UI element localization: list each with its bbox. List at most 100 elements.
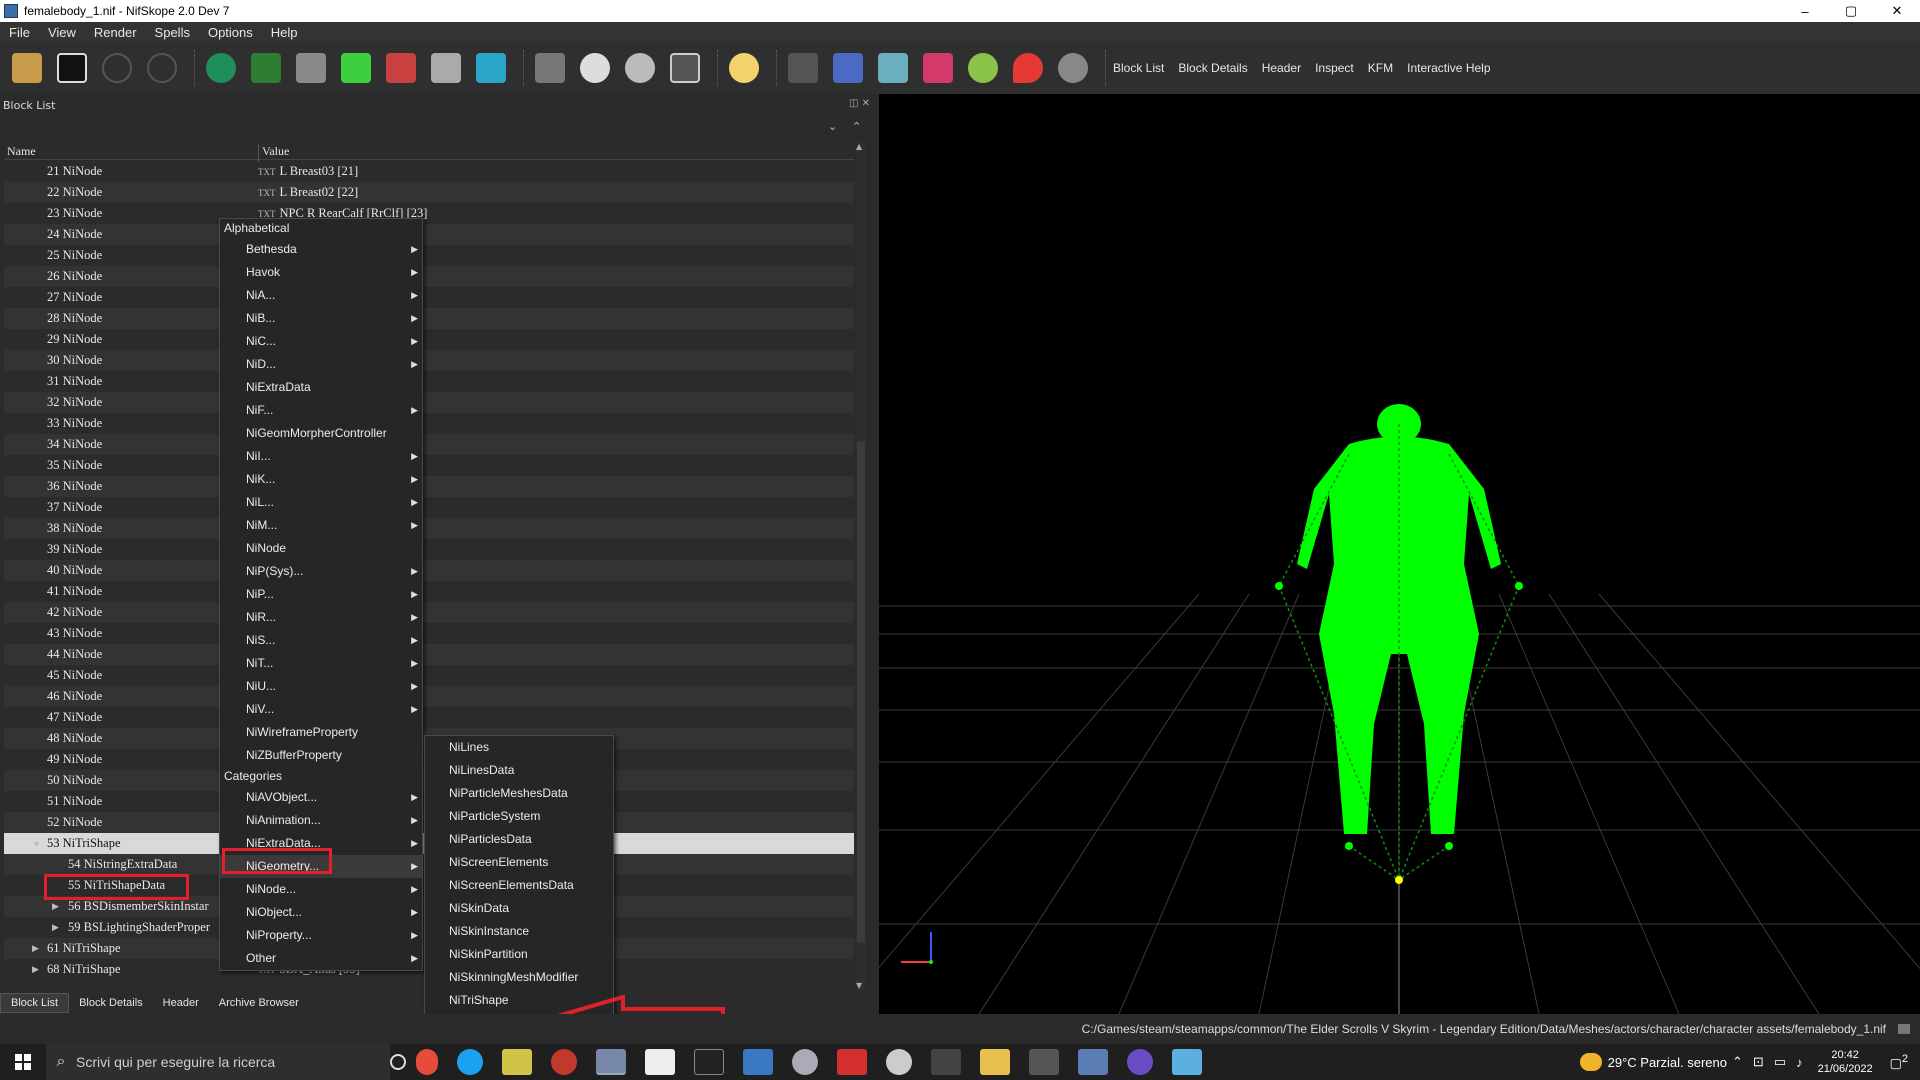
toolbar-block-list[interactable]: Block List xyxy=(1113,61,1164,75)
tree-scrollbar[interactable]: ▲ ▼ xyxy=(856,142,866,990)
chrome-icon[interactable] xyxy=(416,1049,438,1075)
menu-item[interactable]: Havok ▶ xyxy=(220,261,422,284)
chevron-down-icon[interactable]: ⌄ xyxy=(828,120,837,133)
tab-block-details[interactable]: Block Details xyxy=(69,994,153,1012)
tab-block-list[interactable]: Block List xyxy=(0,993,70,1013)
app-grid-icon[interactable] xyxy=(645,1049,675,1075)
menu-item[interactable]: NiL... ▶ xyxy=(220,491,422,514)
volume-icon[interactable]: ♪ xyxy=(1796,1055,1803,1070)
panel-float-close-icons[interactable]: ◫ ✕ xyxy=(849,98,870,109)
tree-row[interactable]: 22 NiNode TXT L Breast02 [22] xyxy=(4,182,854,203)
menu-item[interactable]: NiNode... ▶ xyxy=(220,878,422,901)
skype-icon[interactable] xyxy=(457,1049,483,1075)
hide-button[interactable] xyxy=(1054,48,1092,88)
menu-item[interactable]: NiP(Sys)... ▶ xyxy=(220,560,422,583)
app-arrow-icon[interactable] xyxy=(931,1049,961,1075)
menu-item[interactable]: NiExtraData xyxy=(220,376,422,399)
chevron-up-icon[interactable]: ⌃ xyxy=(1732,1054,1743,1070)
menu-render[interactable]: Render xyxy=(85,25,146,40)
menu-item[interactable]: NiT... ▶ xyxy=(220,652,422,675)
menu-item[interactable]: NiU... ▶ xyxy=(220,675,422,698)
collapse-arrow-icon[interactable]: ▶ xyxy=(32,943,39,954)
draw-nodes-button[interactable] xyxy=(874,48,912,88)
scroll-down-icon[interactable]: ▼ xyxy=(856,981,862,990)
menu-file[interactable]: File xyxy=(0,25,39,40)
lighting-button[interactable] xyxy=(725,48,763,88)
menu-item[interactable]: NiWireframeProperty xyxy=(220,721,422,744)
submenu-item[interactable]: NiLines xyxy=(425,736,613,759)
undo-button[interactable] xyxy=(98,48,136,88)
draw-havok-button[interactable] xyxy=(784,48,822,88)
menu-item[interactable]: NiA... ▶ xyxy=(220,284,422,307)
menu-item[interactable]: NiD... ▶ xyxy=(220,353,422,376)
submenu-item[interactable]: NiParticleSystem xyxy=(425,805,613,828)
menu-item[interactable]: NiP... ▶ xyxy=(220,583,422,606)
tree-row[interactable]: 47 NiNode xyxy=(4,707,854,728)
menu-item[interactable]: NiI... ▶ xyxy=(220,445,422,468)
weather-icon[interactable] xyxy=(1579,1053,1602,1071)
draw-markers-button[interactable] xyxy=(1009,48,1047,88)
app-pen-icon[interactable] xyxy=(1078,1049,1108,1075)
tree-row[interactable]: 30 NiNode xyxy=(4,350,854,371)
app-f-icon[interactable] xyxy=(837,1049,867,1075)
toolbar-inspect[interactable]: Inspect xyxy=(1315,61,1354,75)
draw-furniture-button[interactable] xyxy=(964,48,1002,88)
weather-text[interactable]: 29°C Parzial. sereno xyxy=(1608,1055,1727,1070)
tree-row[interactable]: 44 NiNodeUt1] [44] xyxy=(4,644,854,665)
column-value[interactable]: Value xyxy=(258,144,289,162)
tree-row[interactable]: 41 NiNode1] [41] xyxy=(4,581,854,602)
walk-button[interactable] xyxy=(531,48,569,88)
submenu-item[interactable]: NiSkinningMeshModifier xyxy=(425,966,613,989)
taskbar-search[interactable]: ⌕ Scrivi qui per eseguire la ricerca xyxy=(46,1044,390,1080)
view-top-button[interactable] xyxy=(292,48,330,88)
tree-row[interactable]: 42 NiNode2] [42] xyxy=(4,602,854,623)
toolbar-kfm[interactable]: KFM xyxy=(1368,61,1393,75)
collapse-arrow-icon[interactable]: ▶ xyxy=(52,901,59,912)
menu-item[interactable]: NiZBufferProperty xyxy=(220,744,422,767)
collapse-arrow-icon[interactable]: ▶ xyxy=(32,964,39,975)
app-ff-icon[interactable] xyxy=(886,1049,912,1075)
tree-row[interactable]: 31 NiNode xyxy=(4,371,854,392)
tree-row[interactable]: 25 NiNode xyxy=(4,245,854,266)
menu-spells[interactable]: Spells xyxy=(146,25,199,40)
screenshot-button[interactable] xyxy=(666,48,704,88)
tree-row[interactable]: 26 NiNode xyxy=(4,266,854,287)
draw-constraints-button[interactable] xyxy=(919,48,957,88)
menu-help[interactable]: Help xyxy=(262,25,307,40)
tree-row[interactable]: 34 NiNode2] [34] xyxy=(4,434,854,455)
menu-item[interactable]: Other ▶ xyxy=(220,947,422,970)
menu-item[interactable]: NiV... ▶ xyxy=(220,698,422,721)
tree-row[interactable]: 29 NiNode xyxy=(4,329,854,350)
render-viewport[interactable] xyxy=(879,94,1920,1014)
app-99-icon[interactable] xyxy=(502,1049,532,1075)
tree-row[interactable]: 46 NiNode xyxy=(4,686,854,707)
tree-row[interactable]: 24 NiNode xyxy=(4,224,854,245)
network-icon[interactable]: ⊡ xyxy=(1753,1054,1764,1070)
nodes-tool-button[interactable] xyxy=(247,48,285,88)
start-button[interactable] xyxy=(0,1044,46,1080)
save-button[interactable] xyxy=(53,48,91,88)
menu-item[interactable]: NiF... ▶ xyxy=(220,399,422,422)
redo-button[interactable] xyxy=(143,48,181,88)
menu-options[interactable]: Options xyxy=(199,25,262,40)
menu-item[interactable]: NiNode xyxy=(220,537,422,560)
nifskope-icon[interactable] xyxy=(596,1049,626,1075)
app-hex-icon[interactable] xyxy=(1127,1049,1153,1075)
app-disc-icon[interactable] xyxy=(792,1049,818,1075)
tree-row[interactable]: 45 NiNodeUt2] [45] xyxy=(4,665,854,686)
toolbar-interactive-help[interactable]: Interactive Help xyxy=(1407,61,1490,75)
menu-item[interactable]: NiAVObject... ▶ xyxy=(220,786,422,809)
tree-row[interactable]: 38 NiNode xyxy=(4,518,854,539)
menu-item[interactable]: NiR... ▶ xyxy=(220,606,422,629)
view-user-button[interactable] xyxy=(472,48,510,88)
submenu-item[interactable]: NiLinesData xyxy=(425,759,613,782)
menu-item[interactable]: Bethesda ▶ xyxy=(220,238,422,261)
tree-row[interactable]: 28 NiNode xyxy=(4,308,854,329)
tab-header[interactable]: Header xyxy=(153,994,209,1012)
submenu-item[interactable]: NiSkinInstance xyxy=(425,920,613,943)
app-blue-icon[interactable] xyxy=(1172,1049,1202,1075)
submenu-item[interactable]: NiScreenElements xyxy=(425,851,613,874)
clock[interactable]: 20:42 21/06/2022 xyxy=(1818,1048,1873,1076)
show-hidden-button[interactable] xyxy=(621,48,659,88)
select-tool-button[interactable] xyxy=(202,48,240,88)
